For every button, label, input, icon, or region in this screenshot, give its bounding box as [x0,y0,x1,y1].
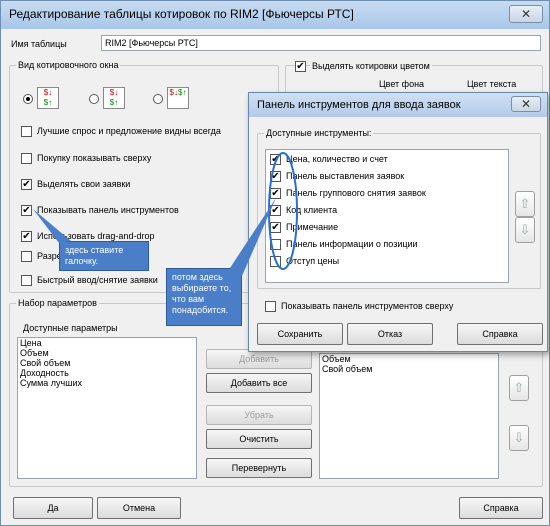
color-highlight-checkbox[interactable]: ✔ [295,61,306,72]
selected-param-item[interactable]: Свой объем [320,364,498,374]
available-params-list[interactable]: Цена Объем Свой объем Доходность Сумма лучши… [17,337,197,479]
dialog-help-button[interactable]: Справка [457,323,543,345]
selected-params-list[interactable]: Объем Свой объем [319,353,499,479]
tool-down-arrow-icon[interactable]: ⇩ [515,217,535,243]
view-style-1-icon: $↓ $↑ [37,87,59,109]
view-radio-3[interactable] [153,94,163,104]
tool-label: Панель группового снятия заявок [286,188,426,198]
show-top-checkbox[interactable] [265,301,276,312]
text-color-label: Цвет текста [467,79,517,89]
add-all-button[interactable]: Добавить все [206,373,312,393]
available-params-label: Доступные параметры [23,323,118,333]
param-item[interactable]: Объем [18,348,196,358]
dialog-title-bar: Панель инструментов для ввода заявок ✕ [249,93,547,117]
close-button[interactable]: ✕ [509,5,543,23]
dialog-title: Панель инструментов для ввода заявок [257,99,461,111]
option-checkbox[interactable] [21,275,32,286]
ok-button[interactable]: Да [13,497,93,519]
dialog-close-button[interactable]: ✕ [511,96,541,112]
help-button[interactable]: Справка [459,497,543,519]
callout-arrow-1 [33,209,71,243]
view-style-3-icon: $↓$↑ [167,87,189,109]
tool-label: Панель выставления заявок [286,171,405,181]
option-label: Лучшие спрос и предложение видны всегда [37,126,221,136]
clear-button[interactable]: Очистить [206,429,312,449]
window-title: Редактирование таблицы котировок по RIM2… [9,7,354,21]
table-name-label: Имя таблицы [11,39,67,49]
view-style-2-icon: $↓ $↑ [103,87,125,109]
callout-arrow-2 [230,198,276,276]
option-checkbox[interactable] [21,126,32,137]
move-up-arrow-icon[interactable]: ⇧ [509,375,529,401]
selected-param-item[interactable]: Объем [320,354,498,364]
dialog-cancel-button[interactable]: Отказ [347,323,433,345]
params-group-label: Набор параметров [16,298,99,308]
view-radio-1[interactable] [23,94,33,104]
option-label: Покупку показывать сверху [37,153,152,163]
view-radio-2[interactable] [89,94,99,104]
param-item[interactable]: Цена [18,338,196,348]
view-group-label: Вид котировочного окна [16,60,121,70]
toolbar-dialog: Панель инструментов для ввода заявок ✕ Д… [248,92,548,352]
param-item[interactable]: Доходность [18,368,196,378]
add-button[interactable]: Добавить [206,349,312,369]
flip-button[interactable]: Перевернуть [206,458,312,478]
callout-check-text: здесь ставите галочку. [65,245,124,266]
option-label: Выделять свои заявки [37,179,131,189]
param-item[interactable]: Сумма лучших [18,378,196,388]
color-highlight-label: Выделять котировки цветом [310,61,432,71]
tools-group-label: Доступные инструменты: [264,128,374,138]
param-item[interactable]: Свой объем [18,358,196,368]
cancel-button[interactable]: Отмена [97,497,181,519]
option-label: Быстрый ввод/снятие заявки [37,275,158,285]
tool-label: Панель информации о позиции [286,239,418,249]
option-checkbox[interactable] [21,153,32,164]
show-top-label: Показывать панель инструментов сверху [281,301,454,311]
table-name-input[interactable]: RIM2 [Фьючерсы РТС] [101,35,541,51]
tool-up-arrow-icon[interactable]: ⇧ [515,191,535,217]
dialog-save-button[interactable]: Сохранить [257,323,343,345]
move-down-arrow-icon[interactable]: ⇩ [509,425,529,451]
option-checkbox[interactable] [21,251,32,262]
bg-color-label: Цвет фона [379,79,425,89]
remove-button[interactable]: Убрать [206,405,312,425]
title-bar: Редактирование таблицы котировок по RIM2… [1,1,549,29]
option-checkbox[interactable]: ✔ [21,179,32,190]
